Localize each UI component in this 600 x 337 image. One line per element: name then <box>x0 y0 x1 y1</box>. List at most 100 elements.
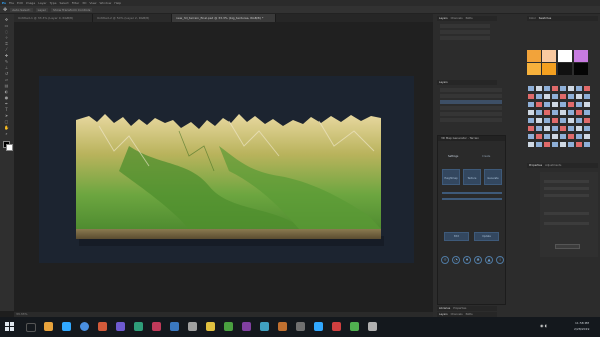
strength-slider[interactable] <box>442 192 502 194</box>
zoom-level[interactable]: 33.33% <box>16 312 27 316</box>
swatch[interactable] <box>574 50 588 62</box>
swatch[interactable] <box>574 63 588 75</box>
photoshop-icon[interactable] <box>62 322 71 331</box>
app-icon[interactable] <box>152 322 161 331</box>
gradient-icon[interactable]: ▤ <box>3 83 10 88</box>
network-icon[interactable]: ◉ <box>540 323 544 328</box>
app-icon[interactable] <box>350 322 359 331</box>
document-canvas[interactable] <box>39 76 414 263</box>
info-icon[interactable]: i <box>496 256 504 264</box>
swatches-icon-grid[interactable] <box>527 85 598 157</box>
menu-filter[interactable]: Filter <box>72 1 79 5</box>
generate-button[interactable]: Generate <box>484 169 502 185</box>
tab-adjustments[interactable]: Adjustments <box>545 164 561 167</box>
tab-layers-bottom[interactable]: Layers <box>439 313 448 316</box>
property-field[interactable] <box>544 222 589 225</box>
property-field[interactable] <box>544 194 589 197</box>
menu-help[interactable]: Help <box>114 1 121 5</box>
chrome-icon[interactable] <box>80 322 89 331</box>
light-icon[interactable]: ◔ <box>452 256 460 264</box>
volume-icon[interactable]: ◖ <box>545 323 547 328</box>
menu-file[interactable]: File <box>9 1 14 5</box>
menu-view[interactable]: View <box>89 1 96 5</box>
menu-edit[interactable]: Edit <box>17 1 23 5</box>
healing-icon[interactable]: ✚ <box>3 53 10 58</box>
layers-panel-title[interactable]: Layers <box>439 81 448 84</box>
layer-row-selected[interactable] <box>440 100 502 104</box>
plugin-tab-create[interactable]: Create <box>482 155 490 158</box>
tab-libraries[interactable]: Libraries <box>439 307 450 310</box>
type-icon[interactable]: T <box>3 107 10 112</box>
swatch[interactable] <box>542 50 556 62</box>
layer-row[interactable] <box>440 112 502 116</box>
texture-button[interactable]: Texture <box>463 169 481 185</box>
layer-row[interactable] <box>440 94 502 98</box>
auto-select-checkbox[interactable]: Auto-Select: <box>10 7 33 12</box>
swatch[interactable] <box>558 50 572 62</box>
property-field[interactable] <box>544 212 589 215</box>
document-tab-2[interactable]: Untitled-2 @ 50% (Layer 2, RGB/8) <box>93 14 172 22</box>
lasso-icon[interactable]: ◌ <box>3 29 10 34</box>
swatch[interactable] <box>527 63 541 75</box>
property-button[interactable] <box>555 244 580 249</box>
dodge-icon[interactable]: ● <box>3 95 10 100</box>
history-brush-icon[interactable]: ↺ <box>3 71 10 76</box>
app-icon[interactable] <box>170 322 179 331</box>
app-icon[interactable] <box>278 322 287 331</box>
system-tray[interactable]: ◉ ◖ <box>540 323 566 329</box>
task-view-icon[interactable] <box>26 323 36 332</box>
eyedropper-icon[interactable]: ⁄ <box>3 47 10 52</box>
tab-channels-top[interactable]: Channels <box>451 17 463 20</box>
property-field[interactable] <box>544 187 589 190</box>
file-explorer-icon[interactable] <box>44 322 53 331</box>
move-icon[interactable]: ✥ <box>3 17 10 22</box>
start-icon[interactable] <box>5 322 14 331</box>
app-icon[interactable] <box>296 322 305 331</box>
app-icon[interactable] <box>368 322 377 331</box>
menu-layer[interactable]: Layer <box>38 1 46 5</box>
brush-icon[interactable]: ✎ <box>3 59 10 64</box>
app-icon[interactable] <box>116 322 125 331</box>
auto-select-target[interactable]: Layer <box>35 7 48 12</box>
tree-icon[interactable]: ♣ <box>474 256 482 264</box>
eraser-icon[interactable]: ▱ <box>3 77 10 82</box>
scale-slider[interactable] <box>442 198 502 200</box>
tab-layers-top[interactable]: Layers <box>439 17 448 20</box>
tab-properties[interactable]: Properties <box>529 164 542 167</box>
pen-icon[interactable]: ✒ <box>3 101 10 106</box>
move-tool-icon[interactable]: ✥ <box>3 7 7 13</box>
document-tab-1[interactable]: Untitled-1 @ 33.3% (Layer 0, RGB/8) <box>14 14 93 22</box>
swatch[interactable] <box>558 63 572 75</box>
shape-icon[interactable]: ▢ <box>3 119 10 124</box>
property-field[interactable] <box>544 180 589 183</box>
heightmap-button[interactable]: Heightmap <box>442 169 460 185</box>
swatch[interactable] <box>542 63 556 75</box>
app-icon[interactable] <box>206 322 215 331</box>
app-icon[interactable] <box>188 322 197 331</box>
background-color-swatch[interactable] <box>6 144 13 151</box>
app-icon[interactable] <box>332 322 341 331</box>
plugin-tab-settings[interactable]: Settings <box>448 155 458 158</box>
tab-color[interactable]: Color <box>529 17 536 20</box>
zoom-icon[interactable]: ⌕ <box>3 131 10 136</box>
app-icon[interactable] <box>260 322 269 331</box>
edit-button[interactable]: Edit <box>444 232 469 241</box>
swatch[interactable] <box>527 50 541 62</box>
panel-row[interactable] <box>440 24 490 28</box>
layer-row[interactable] <box>440 88 502 92</box>
tab-channels-bottom[interactable]: Channels <box>451 313 463 316</box>
app-icon[interactable] <box>314 322 323 331</box>
drop-icon[interactable]: ♦ <box>463 256 471 264</box>
tab-properties-bottom[interactable]: Properties <box>453 307 466 310</box>
stamp-icon[interactable]: ⊥ <box>3 65 10 70</box>
tab-paths-bottom[interactable]: Paths <box>466 313 473 316</box>
app-icon[interactable] <box>98 322 107 331</box>
menu-3d[interactable]: 3D <box>82 1 86 5</box>
menu-type[interactable]: Type <box>50 1 57 5</box>
hand-icon[interactable]: ✋ <box>3 125 10 130</box>
transform-controls-checkbox[interactable]: Show Transform Controls <box>50 7 93 12</box>
clock-date[interactable]: 2/28/2019 <box>574 327 589 331</box>
layer-row[interactable] <box>440 106 502 110</box>
mountain-icon[interactable]: ▲ <box>485 256 493 264</box>
blur-icon[interactable]: ◐ <box>3 89 10 94</box>
